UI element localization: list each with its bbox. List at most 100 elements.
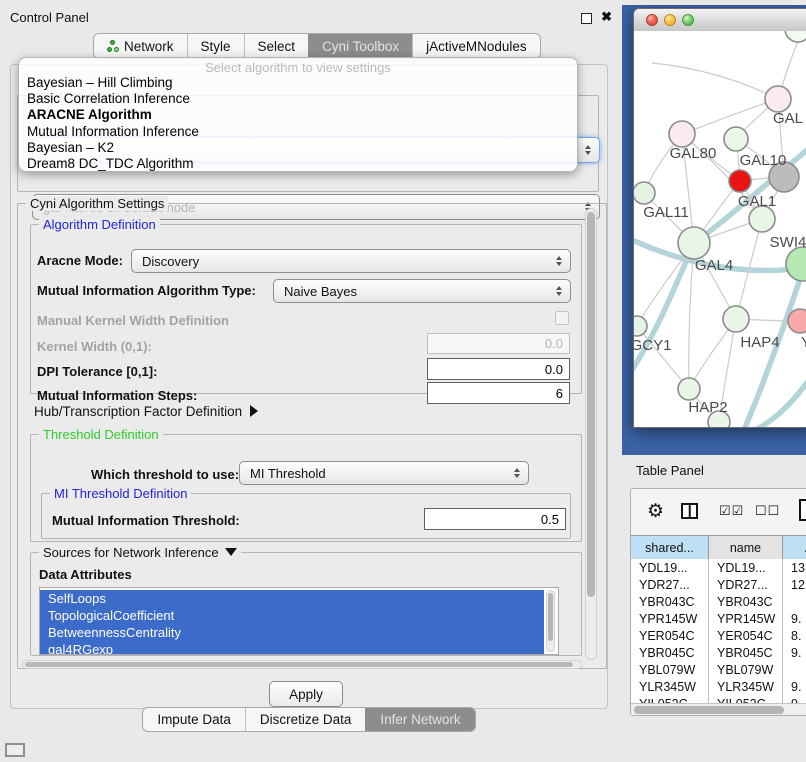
- split-columns-icon[interactable]: [681, 503, 698, 519]
- scrollbar-thumb[interactable]: [548, 593, 553, 641]
- close-traffic-light-icon[interactable]: [646, 14, 658, 26]
- tab-jactivemnodules[interactable]: jActiveMNodules: [412, 34, 540, 58]
- hub-definition-toggle[interactable]: Hub/Transcription Factor Definition: [34, 404, 258, 419]
- network-node[interactable]: [786, 247, 806, 281]
- network-node-label: HAP2: [688, 399, 727, 416]
- hub-definition-label: Hub/Transcription Factor Definition: [34, 404, 242, 419]
- network-node[interactable]: [669, 121, 695, 147]
- close-icon[interactable]: ✖: [601, 9, 612, 25]
- network-node[interactable]: [634, 316, 647, 336]
- table-panel-body: ⚙ ☑☑ ☐☐ shared...nameA YDL19...YDL19...1…: [630, 488, 806, 716]
- table-row[interactable]: YDR27...YDR27...12: [631, 576, 806, 593]
- network-node[interactable]: [788, 309, 806, 333]
- scrollbar-thumb[interactable]: [25, 662, 573, 667]
- document-icon[interactable]: [799, 499, 806, 521]
- network-node[interactable]: [678, 378, 700, 400]
- scrollbar-thumb[interactable]: [587, 212, 595, 597]
- table-cell: YER054C: [709, 627, 783, 644]
- table-row[interactable]: YBR043CYBR043C: [631, 593, 806, 610]
- table-row[interactable]: YDL19...YDL19...13: [631, 559, 806, 576]
- table-cell: YIL052C: [631, 695, 709, 703]
- which-threshold-combo[interactable]: MI Threshold: [239, 461, 529, 485]
- network-node[interactable]: [765, 86, 791, 112]
- dropdown-item[interactable]: Basic Correlation Inference: [19, 91, 577, 107]
- table-row[interactable]: YLR345WYLR345W9.: [631, 678, 806, 695]
- table-row[interactable]: YBR045CYBR045C9.: [631, 644, 806, 661]
- dropdown-item[interactable]: Dream8 DC_TDC Algorithm: [19, 156, 577, 172]
- table-horizontal-scrollbar[interactable]: [631, 703, 806, 716]
- unchecked-columns-icon[interactable]: ☐☐: [755, 503, 780, 519]
- checked-columns-icon[interactable]: ☑☑: [719, 503, 744, 519]
- settings-vertical-scrollbar[interactable]: [585, 208, 597, 660]
- table-column-header[interactable]: name: [709, 536, 783, 559]
- list-vertical-scrollbar[interactable]: [546, 590, 555, 652]
- settings-group-title: Cyni Algorithm Settings: [26, 196, 168, 211]
- attribute-list-item[interactable]: SelfLoops: [40, 590, 544, 607]
- float-window-icon[interactable]: [581, 13, 592, 24]
- network-icon: [107, 40, 119, 52]
- table-row[interactable]: YER054CYER054C8.: [631, 627, 806, 644]
- dpi-tolerance-field[interactable]: [427, 358, 570, 380]
- dropdown-item[interactable]: Bayesian – K2: [19, 140, 577, 156]
- network-node[interactable]: [678, 227, 710, 259]
- network-edge[interactable]: [689, 243, 694, 389]
- network-node[interactable]: [723, 306, 749, 332]
- attribute-list-item[interactable]: gal4RGexp: [40, 641, 544, 655]
- combo-spinner-icon: [556, 286, 562, 296]
- table-cell: YBR045C: [631, 644, 709, 661]
- zoom-traffic-light-icon[interactable]: [682, 14, 694, 26]
- network-window-titlebar[interactable]: [634, 9, 806, 32]
- attribute-list-item[interactable]: BetweennessCentrality: [40, 624, 544, 641]
- tab-network[interactable]: Network: [94, 34, 187, 58]
- network-node[interactable]: [785, 31, 806, 42]
- table-column-header[interactable]: A: [783, 536, 806, 559]
- network-node-label: GAL: [773, 110, 803, 127]
- minimized-panel-icon[interactable]: [5, 743, 25, 757]
- table-row[interactable]: YBL079WYBL079W: [631, 661, 806, 678]
- settings-horizontal-scrollbar[interactable]: [22, 660, 582, 669]
- network-edge[interactable]: [637, 326, 689, 389]
- dropdown-item[interactable]: Bayesian – Hill Climbing: [19, 75, 577, 91]
- gear-icon[interactable]: ⚙: [647, 500, 664, 523]
- scrollbar-thumb[interactable]: [634, 706, 784, 714]
- tab-label: Style: [201, 39, 231, 54]
- attribute-table: shared...nameA: [631, 535, 806, 560]
- network-node[interactable]: [634, 182, 655, 204]
- tab-cyni-toolbox[interactable]: Cyni Toolbox: [308, 34, 412, 58]
- network-view-window[interactable]: GALGAL80GAL10GAL1GAL11SWI4GAL4GCY1HAP4YH…: [633, 8, 806, 428]
- dropdown-item[interactable]: ARACNE Algorithm: [19, 107, 577, 123]
- apply-button[interactable]: Apply: [269, 681, 343, 707]
- network-node-label: Y: [801, 334, 806, 351]
- kernel-width-field[interactable]: [427, 333, 570, 354]
- network-node[interactable]: [724, 127, 748, 151]
- attribute-list-item[interactable]: TopologicalCoefficient: [40, 607, 544, 624]
- tab-label: Cyni Toolbox: [322, 39, 399, 54]
- mi-steps-field[interactable]: [427, 382, 570, 404]
- aracne-mode-combo[interactable]: Discovery: [131, 249, 571, 273]
- table-cell: YDL19...: [709, 559, 783, 576]
- table-rows[interactable]: YDL19...YDL19...13YDR27...YDR27...12YBR0…: [631, 559, 806, 703]
- bottom-tab-infer-network[interactable]: Infer Network: [365, 708, 474, 731]
- minimize-traffic-light-icon[interactable]: [664, 14, 676, 26]
- table-row[interactable]: YPR145WYPR145W9.: [631, 610, 806, 627]
- table-row[interactable]: YIL052CYIL052C9: [631, 695, 806, 703]
- data-attributes-list[interactable]: SelfLoopsTopologicalCoefficientBetweenne…: [39, 587, 559, 655]
- dropdown-item[interactable]: Mutual Information Inference: [19, 124, 577, 140]
- bottom-tab-discretize-data[interactable]: Discretize Data: [245, 708, 366, 731]
- network-edge[interactable]: [652, 63, 778, 99]
- bottom-tab-impute-data[interactable]: Impute Data: [143, 708, 245, 731]
- manual-kernel-checkbox[interactable]: [555, 311, 569, 325]
- mi-type-combo[interactable]: Naive Bayes: [273, 279, 571, 303]
- table-column-header[interactable]: shared...: [631, 536, 709, 559]
- table-cell: YDR27...: [709, 576, 783, 593]
- sources-group-title[interactable]: Sources for Network Inference: [39, 545, 241, 560]
- network-node[interactable]: [729, 170, 751, 192]
- tab-select[interactable]: Select: [244, 34, 309, 58]
- table-cell: [783, 661, 806, 678]
- mi-threshold-field[interactable]: [424, 508, 566, 530]
- table-cell: 8.: [783, 627, 806, 644]
- tab-style[interactable]: Style: [187, 34, 244, 58]
- network-canvas[interactable]: GALGAL80GAL10GAL1GAL11SWI4GAL4GCY1HAP4YH…: [634, 31, 806, 428]
- control-panel-title: Control Panel: [10, 10, 89, 25]
- collapse-down-icon: [225, 548, 237, 556]
